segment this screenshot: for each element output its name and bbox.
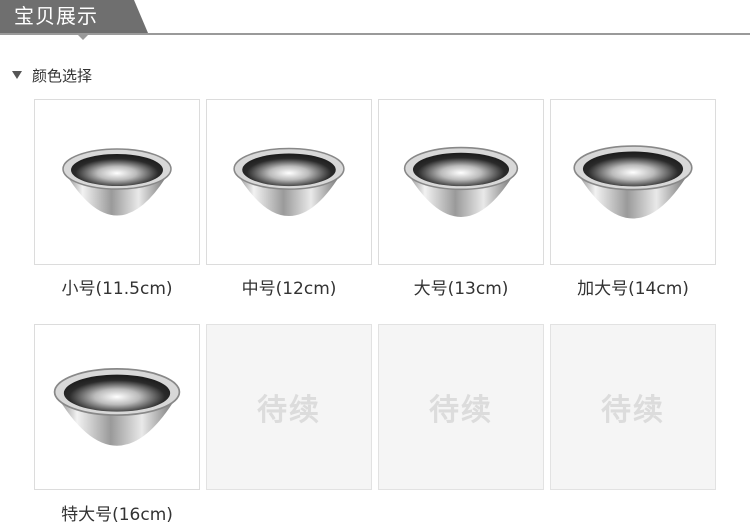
product-option-xlarge[interactable] <box>550 99 716 265</box>
placeholder-card: 待续 <box>378 324 544 490</box>
color-selection-heading[interactable]: 颜色选择 <box>12 63 92 87</box>
bowl-image <box>62 148 172 216</box>
placeholder-text: 待续 <box>601 393 665 428</box>
product-option-medium[interactable] <box>206 99 372 265</box>
color-selection-label: 颜色选择 <box>32 66 93 85</box>
option-label-small: 小号(11.5cm) <box>61 279 173 299</box>
caret-down-icon[interactable] <box>12 71 22 79</box>
product-option-large[interactable] <box>378 99 544 265</box>
bowl-image <box>233 147 345 217</box>
section-header: 宝贝展示 <box>0 0 750 40</box>
option-label-medium: 中号(12cm) <box>241 279 337 299</box>
option-label-xxlarge: 特大号(16cm) <box>61 505 173 525</box>
header-title: 宝贝展示 <box>0 0 148 33</box>
option-label-large: 大号(13cm) <box>413 279 509 299</box>
bowl-image <box>53 368 181 446</box>
bowl-image <box>403 146 519 217</box>
option-label-xlarge: 加大号(14cm) <box>577 279 689 299</box>
placeholder-text: 待续 <box>429 393 493 428</box>
placeholder-text: 待续 <box>257 393 321 428</box>
header-divider <box>0 33 750 35</box>
product-option-xxlarge[interactable] <box>34 324 200 490</box>
placeholder-card: 待续 <box>206 324 372 490</box>
product-option-small[interactable] <box>34 99 200 265</box>
bowl-image <box>573 145 693 219</box>
placeholder-card: 待续 <box>550 324 716 490</box>
header-notch-icon <box>78 35 88 40</box>
